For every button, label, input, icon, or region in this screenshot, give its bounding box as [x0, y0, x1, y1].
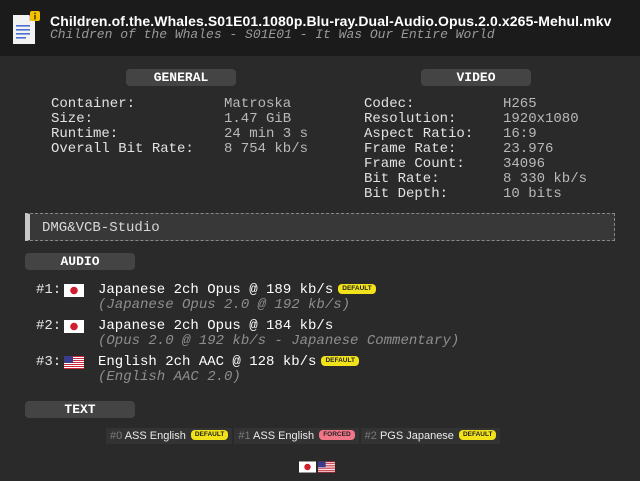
audio-section-header: AUDIO	[25, 253, 135, 270]
video-label: Resolution:	[364, 111, 457, 127]
video-row: Bit Depth: 10 bits	[364, 186, 562, 202]
text-section-header: TEXT	[25, 401, 135, 418]
us-flag-icon	[318, 461, 335, 473]
default-badge: DEFAULT	[338, 284, 376, 294]
video-label: Bit Rate:	[364, 171, 440, 187]
video-label: Bit Depth:	[364, 186, 449, 202]
language-flags	[299, 460, 337, 478]
general-label: Container:	[51, 96, 136, 112]
subtitle-track: #2 PGS Japanese DEFAULT	[360, 428, 501, 444]
video-value: 1920x1080	[503, 111, 579, 127]
video-value: 8 330 kb/s	[503, 171, 588, 187]
video-label: Codec:	[364, 96, 415, 112]
default-badge: DEFAULT	[321, 356, 359, 366]
release-group-box: DMG&VCB-Studio	[25, 213, 615, 241]
header-bar: Children.of.the.Whales.S01E01.1080p.Blu-…	[0, 0, 640, 56]
video-row: Bit Rate: 8 330 kb/s	[364, 171, 587, 187]
file-info-icon	[13, 11, 40, 44]
video-section-header: VIDEO	[421, 69, 531, 86]
track-number: #2:	[36, 318, 62, 334]
general-label: Runtime:	[51, 126, 119, 142]
japan-flag-icon	[299, 461, 316, 473]
track-details: (English AAC 2.0)	[98, 369, 241, 385]
us-flag-icon	[64, 356, 84, 369]
subtitle-index: #0	[110, 430, 125, 442]
video-value: 10 bits	[503, 186, 562, 202]
general-value: Matroska	[224, 96, 292, 112]
japan-flag-icon	[64, 320, 84, 333]
video-row: Resolution: 1920x1080	[364, 111, 579, 127]
general-value: 8 754 kb/s	[224, 141, 309, 157]
general-row: Runtime: 24 min 3 s	[51, 126, 308, 142]
subtitle-name: ASS English	[124, 430, 186, 442]
video-row: Aspect Ratio: 16:9	[364, 126, 537, 142]
general-label: Overall Bit Rate:	[51, 141, 194, 157]
track-number: #1:	[36, 282, 62, 298]
default-badge: DEFAULT	[458, 430, 497, 440]
video-value: 23.976	[503, 141, 554, 157]
video-row: Codec: H265	[364, 96, 537, 112]
subtitle-track: #0 ASS English DEFAULT	[106, 428, 233, 444]
japan-flag-icon	[64, 284, 84, 297]
video-value: 16:9	[503, 126, 537, 142]
track-details: (Opus 2.0 @ 192 kb/s - Japanese Commenta…	[98, 333, 460, 349]
track-title: Japanese 2ch Opus @ 184 kb/s	[98, 318, 334, 334]
video-label: Frame Count:	[364, 156, 465, 172]
track-number: #3:	[36, 354, 62, 370]
subtitle-index: #2	[364, 430, 380, 442]
general-section-header: GENERAL	[126, 69, 236, 86]
subtitle-index: #1	[238, 430, 254, 442]
general-row: Container: Matroska	[51, 96, 291, 112]
general-row: Overall Bit Rate: 8 754 kb/s	[51, 141, 308, 157]
video-row: Frame Count: 34096	[364, 156, 545, 172]
track-title: Japanese 2ch Opus @ 189 kb/s DEFAULT	[98, 282, 376, 298]
episode-title: Children of the Whales - S01E01 - It Was…	[50, 27, 495, 42]
general-row: Size: 1.47 GiB	[51, 111, 291, 127]
subtitle-name: ASS English	[253, 430, 315, 442]
forced-badge: FORCED	[319, 430, 355, 440]
video-label: Aspect Ratio:	[364, 126, 474, 142]
video-row: Frame Rate: 23.976	[364, 141, 553, 157]
subtitle-track: #1 ASS English FORCED	[234, 428, 359, 444]
default-badge: DEFAULT	[190, 430, 229, 440]
subtitle-track-list: #0 ASS English DEFAULT #1 ASS English FORCE…	[106, 428, 502, 444]
video-label: Frame Rate:	[364, 141, 457, 157]
track-details: (Japanese Opus 2.0 @ 192 kb/s)	[98, 297, 351, 313]
release-group: DMG&VCB-Studio	[42, 220, 160, 236]
subtitle-name: PGS Japanese	[379, 430, 454, 442]
video-value: H265	[503, 96, 537, 112]
general-value: 1.47 GiB	[224, 111, 292, 127]
video-value: 34096	[503, 156, 546, 172]
general-label: Size:	[51, 111, 94, 127]
general-value: 24 min 3 s	[224, 126, 309, 142]
track-title: English 2ch AAC @ 128 kb/s DEFAULT	[98, 354, 359, 370]
